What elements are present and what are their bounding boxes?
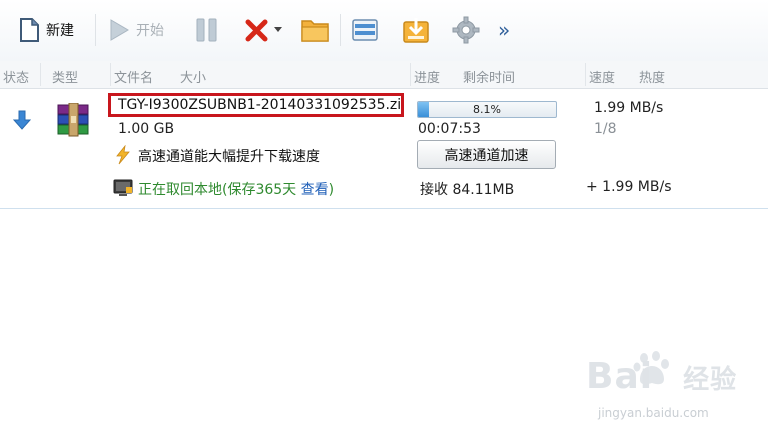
list-view-button[interactable]	[351, 12, 379, 48]
downloading-arrow-icon	[13, 110, 31, 130]
header-size[interactable]: 大小	[180, 67, 206, 86]
header-divider[interactable]	[40, 63, 41, 86]
new-file-icon	[20, 18, 39, 42]
header-remaining[interactable]: 剩余时间	[463, 67, 515, 86]
header-speed[interactable]: 速度	[589, 67, 615, 86]
pause-icon	[196, 18, 217, 42]
toolbar-separator	[340, 14, 341, 46]
toolbar: 新建 开始 »	[0, 0, 768, 61]
lightning-icon	[116, 145, 130, 165]
column-header: 状态 类型 文件名 大小 进度 剩余时间 速度 热度	[0, 61, 768, 89]
new-button-label: 新建	[46, 23, 74, 39]
progress-percent: 8.1%	[473, 103, 501, 116]
progress-bar: 8.1%	[417, 101, 557, 118]
pause-button[interactable]	[195, 12, 219, 48]
new-button[interactable]: 新建	[18, 12, 74, 48]
header-status[interactable]: 状态	[3, 67, 29, 86]
retrieve-local-status: 正在取回本地(保存365天 查看)	[138, 182, 335, 198]
download-box-button[interactable]	[402, 12, 430, 48]
header-filename[interactable]: 文件名	[114, 67, 153, 86]
open-folder-button[interactable]	[300, 12, 330, 48]
remaining-time: 00:07:53	[418, 121, 481, 137]
header-divider[interactable]	[110, 63, 111, 86]
start-button[interactable]: 开始	[108, 12, 164, 48]
header-progress[interactable]: 进度	[414, 67, 440, 86]
start-button-label: 开始	[136, 23, 164, 39]
watermark-word: Bai 经验	[586, 356, 738, 397]
folder-icon	[301, 20, 329, 42]
more-button-label: »	[498, 18, 511, 42]
toolbar-separator	[95, 14, 96, 46]
view-link[interactable]: 查看	[301, 182, 329, 198]
watermark-url: jingyan.baidu.com	[598, 406, 709, 420]
download-box-icon	[403, 18, 429, 43]
delete-x-icon	[245, 19, 268, 42]
task-row[interactable]: TGY-I9300ZSUBNB1-20140331092535.zip 1.00…	[0, 89, 768, 209]
settings-button[interactable]	[452, 12, 480, 48]
local-speed: + 1.99 MB/s	[586, 179, 672, 195]
chevron-down-icon[interactable]	[273, 26, 283, 34]
task-size: 1.00 GB	[118, 121, 175, 137]
list-panel-icon	[352, 19, 378, 41]
play-icon	[110, 19, 129, 41]
gear-icon	[452, 16, 480, 44]
winrar-archive-icon	[57, 103, 89, 137]
received-amount: 接收 84.11MB	[420, 182, 515, 198]
source-count: 1/8	[594, 121, 617, 137]
highspeed-hint: 高速通道能大幅提升下载速度	[138, 149, 320, 165]
header-divider[interactable]	[585, 63, 586, 86]
highspeed-accelerate-button[interactable]: 高速通道加速	[417, 140, 556, 169]
download-speed: 1.99 MB/s	[594, 100, 664, 116]
more-button[interactable]: »	[498, 12, 510, 48]
header-divider[interactable]	[410, 63, 411, 86]
delete-button[interactable]	[244, 12, 283, 48]
header-type[interactable]: 类型	[52, 67, 78, 86]
header-heat[interactable]: 热度	[639, 67, 665, 86]
task-filename[interactable]: TGY-I9300ZSUBNB1-20140331092535.zip	[108, 93, 404, 117]
monitor-icon	[113, 179, 133, 196]
filename-text: TGY-I9300ZSUBNB1-20140331092535.zip	[118, 97, 404, 113]
